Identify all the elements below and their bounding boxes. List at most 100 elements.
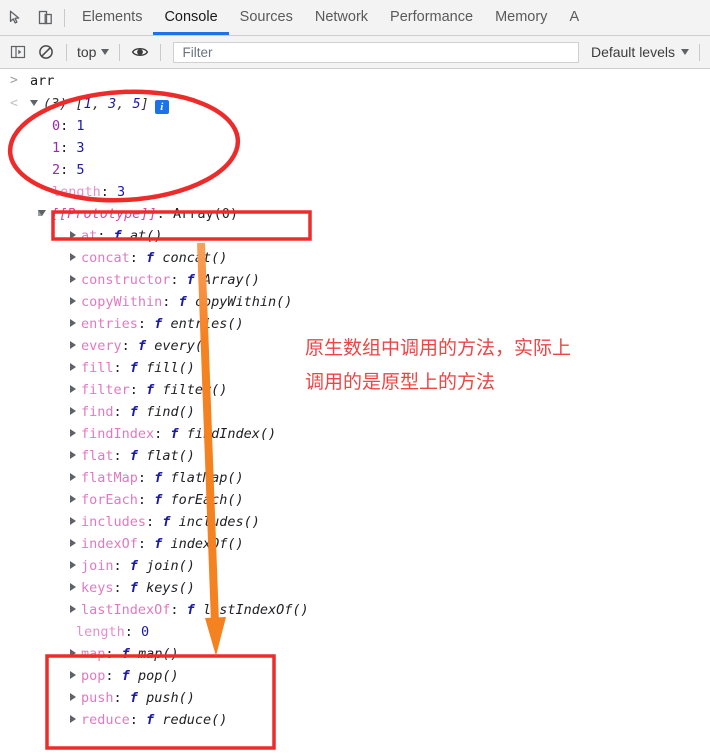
console-input-row[interactable]: > arr: [0, 69, 710, 93]
console-sidebar-icon[interactable]: [4, 39, 32, 65]
expand-toggle-icon[interactable]: [70, 693, 76, 701]
devtools-window: Elements Console Sources Network Perform…: [0, 0, 710, 753]
method-signature: findIndex(): [186, 426, 277, 442]
expand-toggle-icon[interactable]: [70, 407, 76, 415]
method-signature: flatMap(): [170, 470, 244, 486]
execution-context-select[interactable]: top: [73, 44, 113, 60]
method-row[interactable]: push: f push(): [0, 687, 710, 709]
method-row[interactable]: filter: f filter(): [0, 379, 710, 401]
expand-toggle-icon[interactable]: [38, 210, 46, 216]
tab-application[interactable]: A: [558, 0, 590, 35]
toolbar-divider: [119, 43, 121, 61]
info-icon[interactable]: i: [154, 100, 169, 114]
method-name: at: [81, 228, 98, 244]
expand-toggle-icon[interactable]: [70, 605, 76, 613]
array-entry-row[interactable]: 1: 3: [0, 137, 710, 159]
expand-toggle-icon[interactable]: [70, 495, 76, 503]
toolbar-divider: [66, 43, 67, 61]
method-row[interactable]: copyWithin: f copyWithin(): [0, 291, 710, 313]
method-row[interactable]: reduce: f reduce(): [0, 709, 710, 731]
expand-toggle-icon[interactable]: [70, 385, 76, 393]
method-signature: forEach(): [170, 492, 244, 508]
method-name: constructor: [81, 272, 171, 288]
method-row[interactable]: find: f find(): [0, 401, 710, 423]
tab-console[interactable]: Console: [153, 0, 228, 35]
method-row[interactable]: concat: f concat(): [0, 247, 710, 269]
method-row[interactable]: constructor: f Array(): [0, 269, 710, 291]
method-row[interactable]: findIndex: f findIndex(): [0, 423, 710, 445]
array-entry-row[interactable]: 2: 5: [0, 159, 710, 181]
tab-sources[interactable]: Sources: [229, 0, 304, 35]
expand-toggle-icon[interactable]: [70, 517, 76, 525]
expand-toggle-icon[interactable]: [70, 451, 76, 459]
expand-toggle-icon[interactable]: [70, 231, 76, 239]
prototype-row[interactable]: [[Prototype]]: Array(0): [0, 203, 710, 225]
method-row[interactable]: map: f map(): [0, 643, 710, 665]
method-row[interactable]: keys: f keys(): [0, 577, 710, 599]
expand-toggle-icon[interactable]: [70, 319, 76, 327]
method-name: forEach: [81, 492, 138, 508]
method-signature: entries(): [170, 316, 244, 332]
tab-memory[interactable]: Memory: [484, 0, 558, 35]
entry-value: 3: [117, 184, 126, 200]
execution-context-label: top: [77, 44, 97, 60]
expand-toggle-icon[interactable]: [70, 473, 76, 481]
method-signature: reduce(): [162, 712, 228, 728]
expand-toggle-icon[interactable]: [70, 539, 76, 547]
console-output[interactable]: > arr < (3) [1, 3, 5] i 0: 1 1: 3 2: 5 le…: [0, 69, 710, 753]
method-name: flatMap: [81, 470, 138, 486]
toolbar-divider: [160, 43, 162, 61]
method-name: entries: [81, 316, 138, 332]
log-levels-select[interactable]: Default levels: [587, 44, 693, 60]
method-name: reduce: [81, 712, 130, 728]
device-toolbar-icon[interactable]: [30, 1, 60, 35]
expand-toggle-icon[interactable]: [70, 649, 76, 657]
expand-toggle-icon[interactable]: [70, 253, 76, 261]
expand-toggle-icon[interactable]: [70, 341, 76, 349]
tab-network[interactable]: Network: [304, 0, 379, 35]
filter-input-wrapper[interactable]: [173, 41, 579, 63]
method-row[interactable]: flatMap: f flatMap(): [0, 467, 710, 489]
method-row[interactable]: includes: f includes(): [0, 511, 710, 533]
method-row[interactable]: forEach: f forEach(): [0, 489, 710, 511]
array-length-row[interactable]: length: 3: [0, 181, 710, 203]
function-marker: f: [113, 228, 122, 244]
function-marker: f: [129, 360, 138, 376]
tab-performance[interactable]: Performance: [379, 0, 484, 35]
entry-value: 5: [76, 162, 85, 178]
chevron-down-icon: [101, 49, 110, 55]
filter-input[interactable]: [180, 43, 572, 61]
method-row[interactable]: indexOf: f indexOf(): [0, 533, 710, 555]
toolbar-divider: [699, 43, 700, 61]
method-row[interactable]: join: f join(): [0, 555, 710, 577]
method-row[interactable]: entries: f entries(): [0, 313, 710, 335]
expand-toggle-icon[interactable]: [70, 671, 76, 679]
method-row[interactable]: fill: f fill(): [0, 357, 710, 379]
method-name: keys: [81, 580, 114, 596]
array-entry-row[interactable]: 0: 1: [0, 115, 710, 137]
expand-toggle-icon[interactable]: [70, 715, 76, 723]
method-row[interactable]: every: f every(): [0, 335, 710, 357]
tab-elements[interactable]: Elements: [71, 0, 153, 35]
console-result-header[interactable]: < (3) [1, 3, 5] i: [0, 93, 710, 115]
expand-toggle-icon[interactable]: [70, 363, 76, 371]
expand-toggle-icon[interactable]: [70, 561, 76, 569]
inspect-cursor-icon[interactable]: [0, 1, 30, 35]
method-name: push: [81, 690, 114, 706]
method-row[interactable]: pop: f pop(): [0, 665, 710, 687]
live-expression-icon[interactable]: [126, 39, 154, 65]
expand-toggle-icon[interactable]: [70, 275, 76, 283]
expand-toggle-icon[interactable]: [70, 297, 76, 305]
clear-console-icon[interactable]: [32, 39, 60, 65]
method-row[interactable]: lastIndexOf: f lastIndexOf(): [0, 599, 710, 621]
prototype-length-row[interactable]: length: 0: [0, 621, 710, 643]
bracket-open: [: [75, 96, 84, 112]
console-input-text: arr: [30, 73, 55, 89]
function-marker: f: [129, 690, 138, 706]
expand-toggle-icon[interactable]: [70, 429, 76, 437]
method-signature: keys(): [146, 580, 195, 596]
expand-toggle-icon[interactable]: [70, 583, 76, 591]
expand-toggle-icon[interactable]: [30, 100, 38, 106]
method-row[interactable]: at: f at(): [0, 225, 710, 247]
method-row[interactable]: flat: f flat(): [0, 445, 710, 467]
